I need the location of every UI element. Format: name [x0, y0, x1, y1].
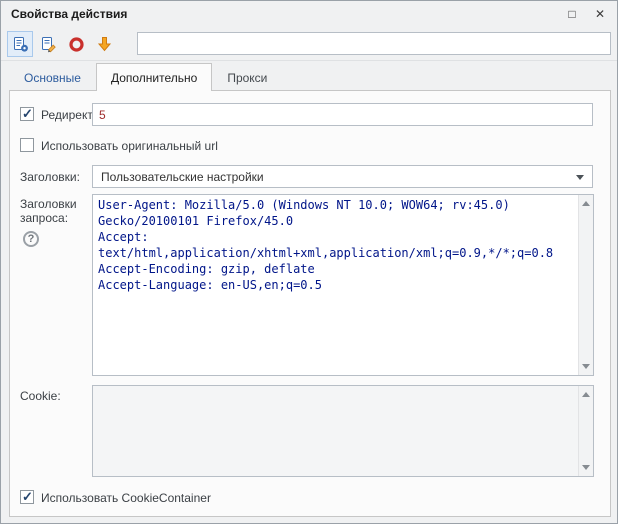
- down-arrow-icon: [96, 36, 113, 53]
- request-headers-box: User-Agent: Mozilla/5.0 (Windows NT 10.0…: [92, 194, 594, 376]
- help-icon[interactable]: ?: [23, 231, 39, 247]
- document-pencil-icon: [40, 36, 57, 53]
- titlebar: Свойства действия □ ✕: [1, 1, 617, 27]
- record-icon: [68, 36, 85, 53]
- download-button[interactable]: [91, 31, 117, 57]
- scroll-up-icon[interactable]: [582, 392, 590, 397]
- scroll-up-icon[interactable]: [582, 201, 590, 206]
- cookie-scrollbar[interactable]: [578, 386, 593, 476]
- additional-tab-panel: Редирект Использовать оригинальный url З…: [9, 90, 611, 517]
- url-input[interactable]: [137, 32, 611, 55]
- request-headers-textarea[interactable]: User-Agent: Mozilla/5.0 (Windows NT 10.0…: [93, 195, 579, 375]
- redirect-checkbox[interactable]: [20, 107, 34, 121]
- edit-action-button[interactable]: [35, 31, 61, 57]
- toolbar: [1, 27, 617, 61]
- scroll-down-icon[interactable]: [582, 465, 590, 470]
- tab-additional[interactable]: Дополнительно: [96, 63, 212, 91]
- cookie-textarea[interactable]: [93, 386, 579, 476]
- action-settings-button[interactable]: [7, 31, 33, 57]
- request-headers-label: Заголовки запроса:: [20, 197, 86, 225]
- use-cookie-container-checkbox[interactable]: [20, 490, 34, 504]
- close-button[interactable]: ✕: [589, 5, 611, 23]
- scroll-down-icon[interactable]: [582, 364, 590, 369]
- tab-basic[interactable]: Основные: [9, 63, 96, 91]
- use-original-url-checkbox[interactable]: [20, 138, 34, 152]
- record-button[interactable]: [63, 31, 89, 57]
- maximize-button[interactable]: □: [561, 5, 583, 23]
- action-properties-window: Свойства действия □ ✕: [0, 0, 618, 524]
- cookie-box: [92, 385, 594, 477]
- use-cookie-container-label: Использовать CookieContainer: [41, 491, 211, 505]
- document-gear-icon: [12, 36, 29, 53]
- tab-bar: Основные Дополнительно Прокси: [9, 63, 282, 91]
- close-icon: ✕: [595, 7, 605, 21]
- cookie-label: Cookie:: [20, 389, 61, 403]
- headers-label: Заголовки:: [20, 170, 80, 184]
- redirect-count-input[interactable]: [92, 103, 593, 126]
- chevron-down-icon: [576, 175, 584, 180]
- maximize-icon: □: [568, 7, 575, 21]
- window-title: Свойства действия: [11, 7, 127, 21]
- redirect-label: Редирект: [41, 108, 93, 122]
- headers-dropdown-value: Пользовательские настройки: [101, 170, 264, 184]
- use-original-url-label: Использовать оригинальный url: [41, 139, 218, 153]
- tab-proxy[interactable]: Прокси: [212, 63, 282, 91]
- titlebar-buttons: □ ✕: [561, 5, 611, 23]
- headers-dropdown[interactable]: Пользовательские настройки: [92, 165, 593, 188]
- request-headers-scrollbar[interactable]: [578, 195, 593, 375]
